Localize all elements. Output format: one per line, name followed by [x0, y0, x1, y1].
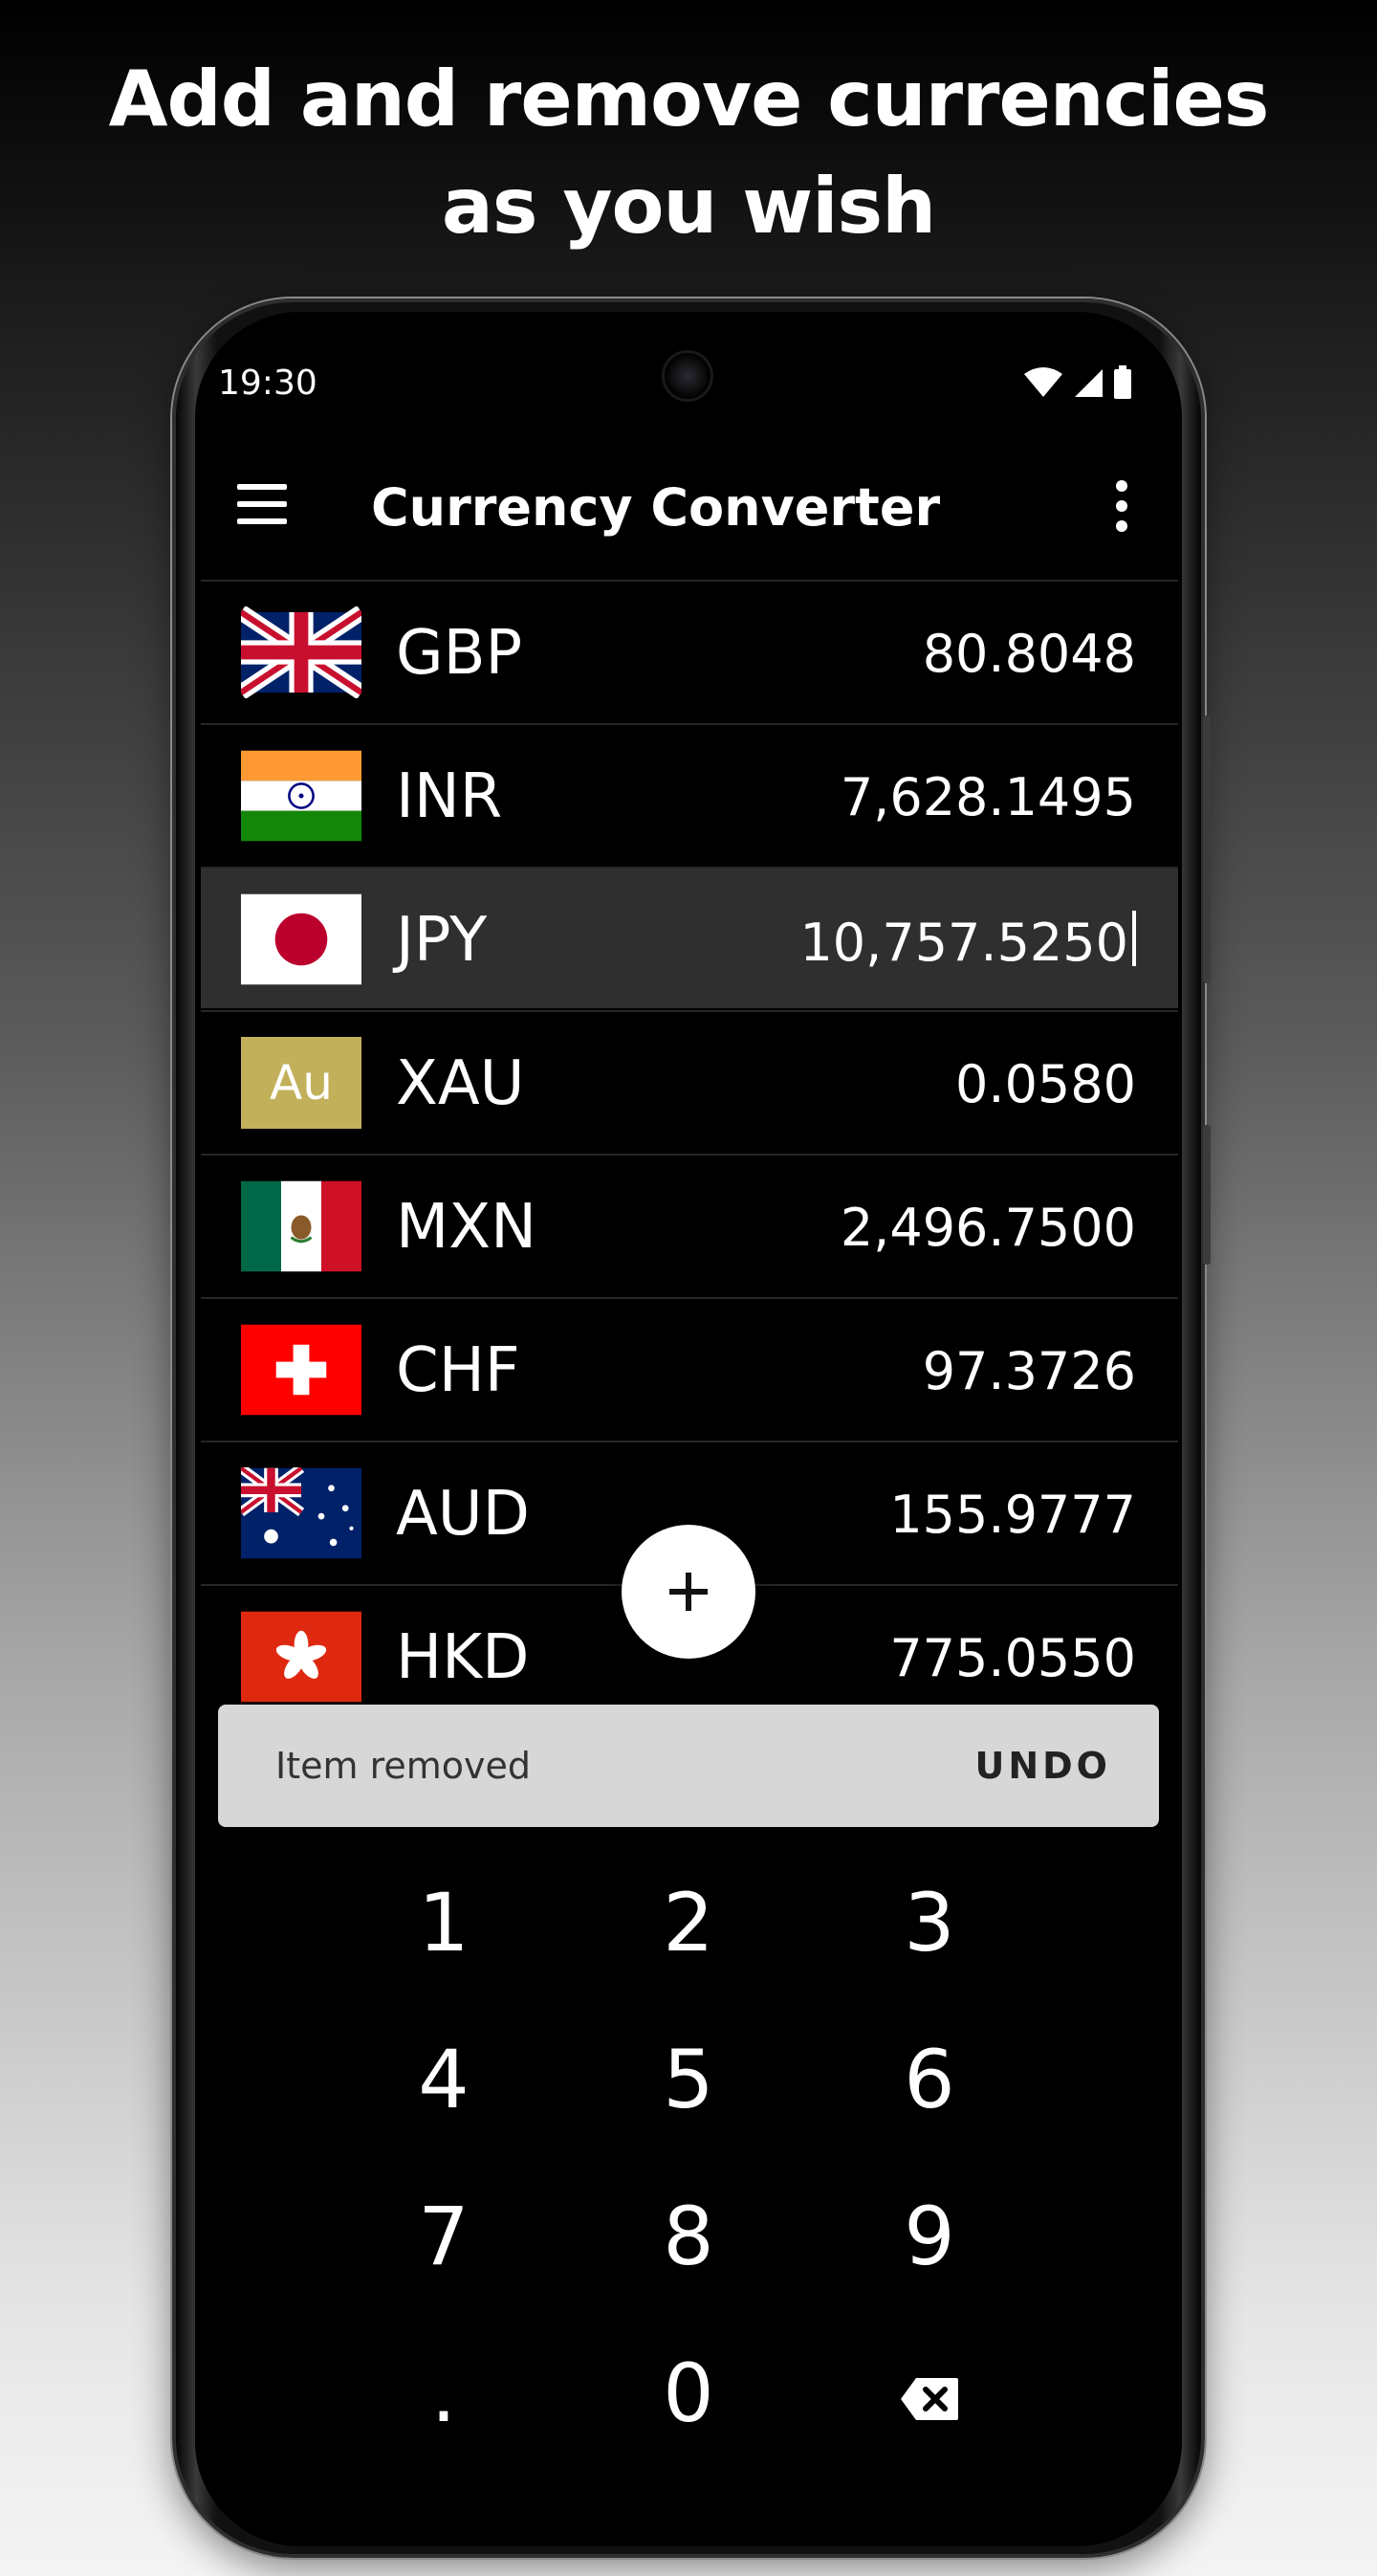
currency-code: GBP: [396, 618, 523, 689]
text-cursor: [1132, 911, 1136, 966]
more-vertical-icon[interactable]: [1115, 480, 1128, 534]
india-flag-icon: [241, 750, 361, 842]
key-1[interactable]: 1: [329, 1846, 558, 1999]
key-5[interactable]: 5: [574, 2003, 803, 2156]
status-bar: 19:30: [195, 312, 1182, 438]
status-time: 19:30: [218, 363, 317, 403]
currency-value[interactable]: 0.0580: [955, 1054, 1136, 1115]
currency-value[interactable]: 775.0550: [889, 1628, 1136, 1689]
currency-code: XAU: [396, 1048, 525, 1119]
add-currency-button[interactable]: [622, 1525, 755, 1659]
currency-row-mxn[interactable]: MXN 2,496.7500: [201, 1154, 1178, 1295]
backspace-icon: [901, 2378, 958, 2421]
currency-value-input[interactable]: 10,757.5250: [799, 911, 1136, 974]
currency-value[interactable]: 97.3726: [923, 1341, 1136, 1402]
wifi-icon: [1024, 367, 1062, 397]
key-4[interactable]: 4: [329, 2003, 558, 2156]
hamburger-menu-icon[interactable]: [237, 484, 287, 530]
currency-row-gbp[interactable]: GBP 80.8048: [201, 580, 1178, 721]
japan-flag-icon: [241, 893, 361, 985]
currency-value[interactable]: 155.9777: [889, 1485, 1136, 1546]
mexico-flag-icon: [241, 1180, 361, 1272]
key-7[interactable]: 7: [329, 2160, 558, 2313]
currency-code: INR: [396, 761, 503, 832]
currency-code: CHF: [396, 1335, 520, 1406]
gold-badge-text: Au: [270, 1055, 333, 1111]
phone-screen: 19:30 Currency Converter GBP 80.8048 INR…: [195, 312, 1182, 2546]
numeric-keypad: 1 2 3 4 5 6 7 8 9 . 0: [195, 1846, 1182, 2477]
power-button: [1203, 1125, 1211, 1265]
currency-code: MXN: [396, 1192, 536, 1263]
promo-headline: Add and remove currencies as you wish: [0, 46, 1377, 260]
status-icons: [1023, 365, 1132, 400]
currency-row-inr[interactable]: INR 7,628.1495: [201, 723, 1178, 865]
key-8[interactable]: 8: [574, 2160, 803, 2313]
hong-kong-flag-icon: [241, 1611, 361, 1703]
switzerland-flag-icon: [241, 1324, 361, 1416]
currency-code: AUD: [396, 1479, 530, 1550]
gold-icon: Au: [241, 1037, 361, 1129]
currency-value[interactable]: 7,628.1495: [841, 767, 1136, 828]
key-0[interactable]: 0: [574, 2317, 803, 2470]
australia-flag-icon: [241, 1467, 361, 1559]
currency-row-xau[interactable]: Au XAU 0.0580: [201, 1010, 1178, 1152]
volume-button: [1203, 716, 1211, 983]
headline-line-1: Add and remove currencies: [108, 55, 1270, 143]
app-bar: Currency Converter: [195, 438, 1182, 578]
backspace-key[interactable]: [815, 2317, 1044, 2470]
currency-value[interactable]: 80.8048: [923, 624, 1136, 685]
currency-code: HKD: [396, 1622, 530, 1693]
app-title: Currency Converter: [371, 477, 941, 538]
currency-value: 10,757.5250: [799, 913, 1128, 973]
snackbar-message: Item removed: [275, 1745, 532, 1787]
currency-value[interactable]: 2,496.7500: [841, 1198, 1136, 1259]
uk-flag-icon: [241, 606, 361, 698]
snackbar: Item removed UNDO: [218, 1705, 1159, 1827]
key-3[interactable]: 3: [815, 1846, 1044, 1999]
undo-button[interactable]: UNDO: [974, 1745, 1111, 1787]
currency-row-jpy[interactable]: JPY 10,757.5250: [201, 867, 1178, 1008]
headline-line-2: as you wish: [441, 162, 936, 251]
key-2[interactable]: 2: [574, 1846, 803, 1999]
key-9[interactable]: 9: [815, 2160, 1044, 2313]
front-camera: [662, 350, 713, 402]
currency-code: JPY: [396, 905, 488, 976]
currency-row-chf[interactable]: CHF 97.3726: [201, 1297, 1178, 1439]
key-6[interactable]: 6: [815, 2003, 1044, 2156]
cell-signal-icon: [1075, 369, 1103, 397]
battery-icon: [1114, 365, 1131, 399]
key-decimal[interactable]: .: [329, 2317, 558, 2470]
